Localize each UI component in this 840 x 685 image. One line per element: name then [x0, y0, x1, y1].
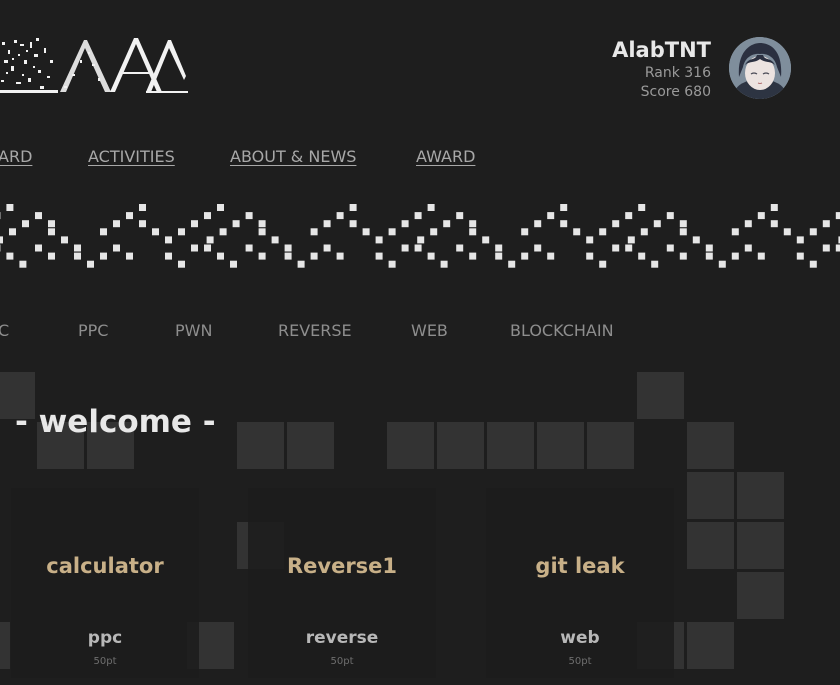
user-name[interactable]: AlabTNT [612, 38, 711, 62]
user-score: Score 680 [640, 84, 711, 100]
challenge-category: reverse [305, 628, 379, 648]
category-reverse[interactable]: REVERSE [278, 321, 352, 340]
nav-link-activities[interactable]: ACTIVITIES [88, 147, 175, 166]
category-web[interactable]: WEB [411, 321, 448, 340]
challenge-card[interactable]: git leak web 50pt [486, 488, 674, 678]
category-pwn[interactable]: PWN [175, 321, 212, 340]
challenge-points: 50pt [330, 656, 354, 667]
challenge-card[interactable]: calculator ppc 50pt [11, 488, 199, 678]
challenge-points: 50pt [568, 656, 592, 667]
challenge-category: web [560, 628, 600, 648]
site-logo[interactable] [0, 30, 190, 100]
category-misc[interactable]: C [0, 321, 9, 340]
challenge-card[interactable]: Reverse1 reverse 50pt [248, 488, 436, 678]
pixel-pattern-banner [0, 204, 840, 268]
challenge-title: Reverse1 [286, 554, 398, 578]
challenge-title: calculator [46, 554, 164, 578]
challenge-title: git leak [535, 554, 625, 578]
challenge-category: ppc [87, 628, 123, 648]
welcome-heading: - welcome - [15, 404, 216, 440]
avatar[interactable] [729, 37, 791, 99]
challenge-points: 50pt [93, 656, 117, 667]
nav-link-award[interactable]: AWARD [416, 147, 475, 166]
nav-link-about-news[interactable]: ABOUT & NEWS [230, 147, 356, 166]
user-rank: Rank 316 [644, 65, 711, 81]
category-blockchain[interactable]: BLOCKCHAIN [510, 321, 614, 340]
category-ppc[interactable]: PPC [78, 321, 108, 340]
nav-link-board[interactable]: ARD [0, 147, 32, 166]
